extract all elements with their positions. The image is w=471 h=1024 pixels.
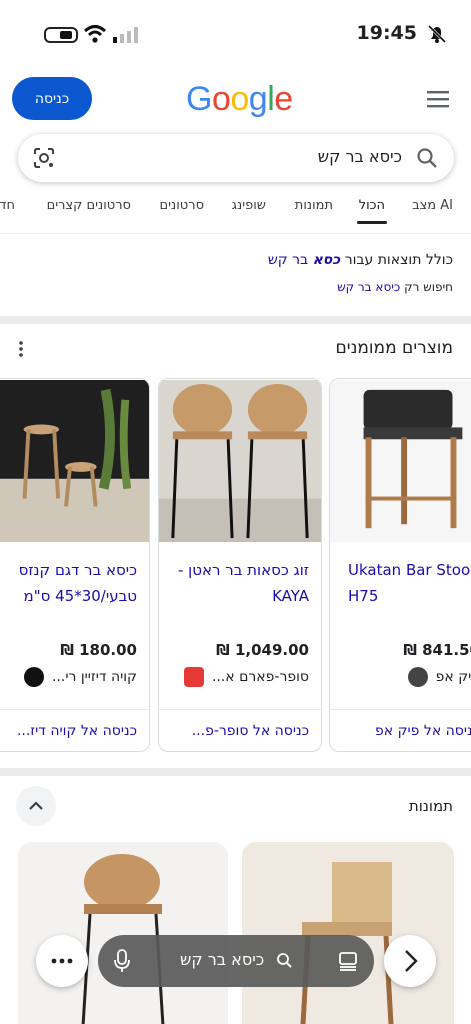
product-image	[330, 380, 471, 542]
battery-icon	[44, 27, 78, 43]
images-section-title: תמונות	[408, 797, 453, 815]
search-icon	[277, 953, 292, 968]
divider	[159, 709, 321, 710]
visit-store-link[interactable]: כניסה אל סופר-פ...	[192, 723, 309, 739]
signal-icon	[113, 27, 138, 43]
store-name: פיק אפ	[435, 669, 471, 685]
tab-videos[interactable]: סרטונים	[160, 198, 204, 213]
tabs-icon[interactable]	[338, 951, 358, 971]
corrected-word: כסא	[312, 252, 341, 268]
search-tabs: AI מצב הכול תמונות שופינג סרטונים סרטוני…	[0, 190, 471, 224]
store-logo-icon	[23, 667, 44, 687]
corrected-query-link[interactable]: כסא בר קש	[268, 252, 340, 268]
chevron-right-icon	[405, 950, 418, 972]
visit-store-link[interactable]: כניסה אל פיק אפ	[375, 723, 471, 739]
divider	[0, 709, 149, 710]
product-store: פיק אפ	[407, 667, 471, 687]
collapse-button[interactable]	[16, 786, 56, 826]
logo-letter: g	[248, 80, 268, 118]
image-result[interactable]	[18, 842, 228, 1024]
spelling-notice: כולל תוצאות עבור כסא בר קש	[268, 252, 453, 268]
store-name: קויה דיזיין רי...	[51, 669, 137, 685]
login-button[interactable]: כניסה	[12, 77, 92, 120]
tab-ai-mode[interactable]: AI מצב	[412, 198, 453, 213]
google-lens-icon[interactable]	[32, 146, 56, 170]
logo-letter: G	[186, 80, 212, 118]
store-name: סופר-פארם א...	[211, 669, 309, 685]
product-title[interactable]: זוג כסאות בר ראטן - KAYA	[169, 557, 309, 609]
divider	[0, 233, 471, 234]
product-image	[159, 380, 321, 542]
logo-letter: o	[230, 80, 249, 118]
forward-button[interactable]	[384, 935, 436, 987]
wifi-icon	[84, 25, 106, 43]
divider	[330, 709, 471, 710]
store-logo-icon	[407, 667, 428, 687]
visit-store-link[interactable]: כניסה אל קויה דיז...	[17, 723, 137, 739]
corrected-rest: בר קש	[267, 252, 309, 268]
product-price: 180.00 ₪	[60, 641, 137, 659]
image-result[interactable]	[242, 842, 454, 1024]
tab-images[interactable]: תמונות	[295, 198, 333, 213]
product-price: 841.50 ₪	[403, 641, 471, 659]
product-card[interactable]: כיסא בר דגם קנזס טבעי/30*45 ס"מ 180.00 ₪…	[0, 378, 150, 752]
hamburger-menu-icon[interactable]	[427, 90, 449, 108]
bell-muted-icon	[427, 24, 447, 44]
search-instead-notice: חיפוש רק כיסא בר קש	[337, 280, 453, 294]
product-card[interactable]: זוג כסאות בר ראטן - KAYA 1,049.00 ₪ סופר…	[158, 378, 322, 752]
bottom-search-query[interactable]: כיסא בר קש	[180, 950, 264, 969]
tab-news[interactable]: חדשות	[0, 198, 15, 213]
product-price: 1,049.00 ₪	[216, 641, 309, 659]
product-title[interactable]: Ukatan Bar Stool H75	[348, 557, 471, 609]
store-logo-icon	[183, 667, 204, 687]
more-button[interactable]	[36, 935, 88, 987]
logo-letter: e	[274, 80, 293, 118]
sponsored-products-title: מוצרים ממומנים	[335, 338, 453, 358]
search-instead-prefix: חיפוש רק	[404, 280, 453, 294]
product-image	[0, 380, 149, 542]
original-query-link[interactable]: כיסא בר קש	[337, 280, 400, 294]
google-logo[interactable]: Google	[186, 80, 293, 119]
microphone-icon[interactable]	[114, 949, 130, 973]
chevron-up-icon	[29, 801, 43, 810]
active-tab-indicator	[357, 221, 387, 224]
product-store: קויה דיזיין רי...	[23, 667, 137, 687]
more-dots-icon	[51, 958, 73, 964]
search-icon[interactable]	[416, 147, 438, 169]
tab-all[interactable]: הכול	[359, 198, 385, 213]
spelling-prefix: כולל תוצאות עבור	[344, 252, 453, 268]
more-options-icon[interactable]	[14, 340, 28, 358]
bottom-search-bar[interactable]: כיסא בר קש	[98, 935, 374, 987]
logo-letter: o	[211, 80, 231, 118]
product-store: סופר-פארם א...	[183, 667, 309, 687]
product-card[interactable]: Ukatan Bar Stool H75 841.50 ₪ פיק אפ כני…	[329, 378, 471, 752]
tab-short-videos[interactable]: סרטונים קצרים	[47, 198, 131, 213]
product-title[interactable]: כיסא בר דגם קנזס טבעי/30*45 ס"מ	[0, 557, 137, 609]
clock: 19:45	[356, 22, 417, 44]
search-input[interactable]: כיסא בר קש	[318, 147, 402, 166]
section-separator	[0, 768, 471, 776]
status-bar: 19:45	[0, 0, 471, 70]
tab-shopping[interactable]: שופינג	[232, 198, 266, 213]
search-box[interactable]: כיסא בר קש	[18, 134, 454, 182]
section-separator	[0, 316, 471, 324]
